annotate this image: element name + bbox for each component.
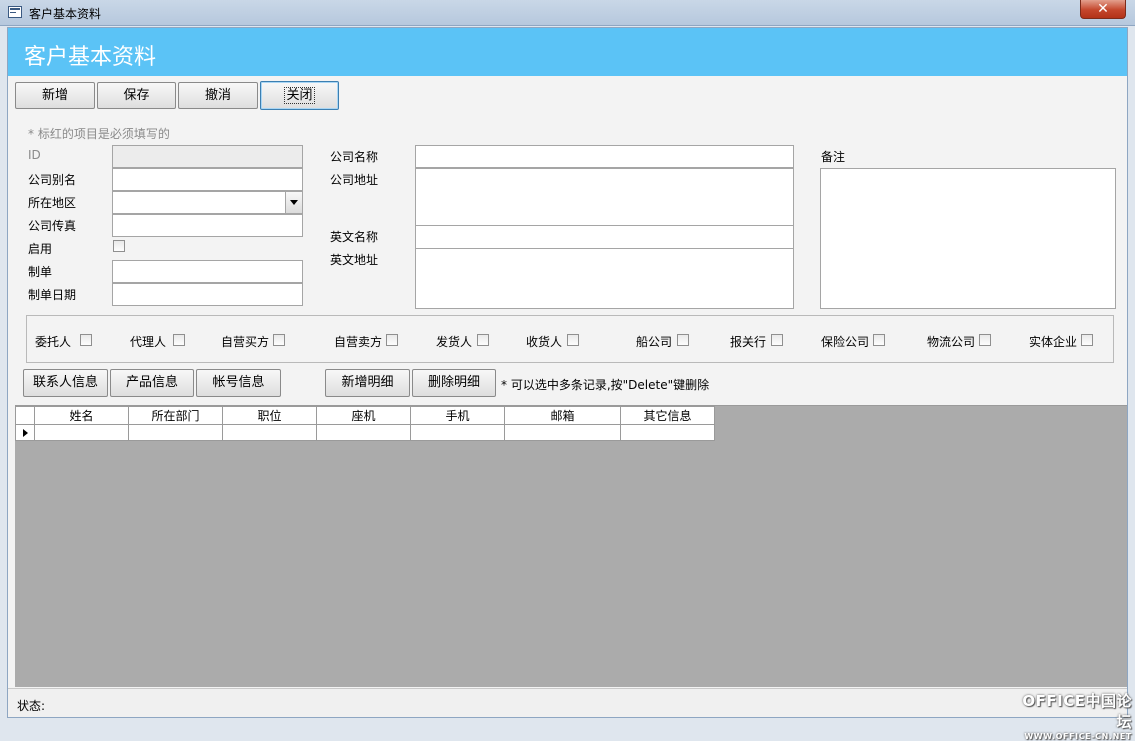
table-cell[interactable] <box>34 424 129 441</box>
form-window-icon <box>8 6 22 18</box>
role-checkbox-insurance[interactable] <box>873 334 885 346</box>
close-button[interactable]: 关闭 <box>260 81 339 110</box>
company-address-label: 公司地址 <box>330 173 379 187</box>
delete-detail-button[interactable]: 删除明细 <box>412 369 496 397</box>
english-name-label: 英文名称 <box>330 230 379 244</box>
make-date-label: 制单日期 <box>28 288 77 302</box>
tab-contacts[interactable]: 联系人信息 <box>23 369 108 397</box>
fax-label: 公司传真 <box>28 219 77 233</box>
current-record-icon <box>22 428 28 437</box>
grid-column-header[interactable]: 邮箱 <box>504 406 621 425</box>
chevron-down-icon[interactable] <box>285 192 302 213</box>
undo-button-label: 撤消 <box>204 88 231 103</box>
role-checkbox-seller[interactable] <box>386 334 398 346</box>
delete-detail-button-label: 删除明细 <box>427 375 480 390</box>
form-header-title: 客户基本资料 <box>24 45 157 70</box>
grid-column-header[interactable]: 职位 <box>222 406 317 425</box>
role-checkbox-client[interactable] <box>80 334 92 346</box>
table-cell[interactable] <box>222 424 317 441</box>
tab-accounts-label: 帐号信息 <box>212 375 265 390</box>
role-label-shipping-company: 船公司 <box>636 335 673 349</box>
role-checkbox-shipper[interactable] <box>477 334 489 346</box>
contacts-grid[interactable]: 姓名 所在部门 职位 座机 手机 邮箱 其它信息 <box>15 406 715 441</box>
undo-button[interactable]: 撤消 <box>178 82 258 109</box>
new-button[interactable]: 新增 <box>15 82 95 109</box>
role-checkbox-consignee[interactable] <box>567 334 579 346</box>
role-checkbox-agent[interactable] <box>173 334 185 346</box>
window-title: 客户基本资料 <box>29 7 102 21</box>
role-checkbox-shipping-company[interactable] <box>677 334 689 346</box>
enabled-checkbox[interactable] <box>113 240 125 252</box>
grid-column-header[interactable]: 姓名 <box>34 406 129 425</box>
table-cell[interactable] <box>410 424 505 441</box>
english-name-field[interactable] <box>415 225 794 249</box>
role-label-client: 委托人 <box>35 335 72 349</box>
table-cell[interactable] <box>620 424 715 441</box>
role-label-agent: 代理人 <box>130 335 167 349</box>
tab-products[interactable]: 产品信息 <box>110 369 194 397</box>
role-label-insurance: 保险公司 <box>821 335 870 349</box>
alias-field[interactable] <box>112 168 303 191</box>
window-titlebar[interactable]: 客户基本资料 ✕ <box>0 0 1135 26</box>
enabled-label: 启用 <box>28 242 53 256</box>
grid-column-header[interactable]: 其它信息 <box>620 406 715 425</box>
watermark-line2: WWW.OFFICE-CN.NET <box>1024 732 1132 741</box>
english-address-label: 英文地址 <box>330 253 379 267</box>
tab-products-label: 产品信息 <box>125 375 178 390</box>
grid-column-header[interactable]: 座机 <box>316 406 411 425</box>
english-address-field[interactable] <box>415 248 794 309</box>
table-cell[interactable] <box>504 424 621 441</box>
remarks-label: 备注 <box>821 150 846 164</box>
role-label-seller: 自营卖方 <box>334 335 383 349</box>
table-cell[interactable] <box>316 424 411 441</box>
window-close-button[interactable]: ✕ <box>1080 0 1126 19</box>
table-cell[interactable] <box>128 424 223 441</box>
company-name-field[interactable] <box>415 145 794 168</box>
fax-field[interactable] <box>112 214 303 237</box>
required-note: * 标红的项目是必须填写的 <box>28 127 170 141</box>
close-button-label: 关闭 <box>284 87 315 104</box>
grid-header-row: 姓名 所在部门 职位 座机 手机 邮箱 其它信息 <box>15 406 715 425</box>
delete-hint: * 可以选中多条记录,按"Delete"键删除 <box>501 378 710 392</box>
role-checkbox-buyer[interactable] <box>273 334 285 346</box>
region-combobox[interactable] <box>112 191 303 214</box>
status-label: 状态: <box>17 699 46 713</box>
maker-field[interactable] <box>112 260 303 283</box>
role-label-consignee: 收货人 <box>526 335 563 349</box>
company-address-field[interactable] <box>415 168 794 226</box>
id-label: ID <box>28 148 41 162</box>
contacts-datasheet[interactable]: 姓名 所在部门 职位 座机 手机 邮箱 其它信息 <box>15 405 1127 687</box>
role-label-buyer: 自营买方 <box>221 335 270 349</box>
new-button-label: 新增 <box>41 88 68 103</box>
grid-corner-selector[interactable] <box>15 406 35 425</box>
id-field <box>112 145 303 168</box>
role-label-customs-broker: 报关行 <box>730 335 767 349</box>
region-label: 所在地区 <box>28 196 77 210</box>
status-bar: 状态: <box>8 688 1127 717</box>
role-checkbox-customs-broker[interactable] <box>771 334 783 346</box>
add-detail-button[interactable]: 新增明细 <box>325 369 410 397</box>
company-name-label: 公司名称 <box>330 150 379 164</box>
tab-contacts-label: 联系人信息 <box>32 375 98 390</box>
role-checkbox-logistics[interactable] <box>979 334 991 346</box>
role-label-entity: 实体企业 <box>1029 335 1078 349</box>
tab-accounts[interactable]: 帐号信息 <box>196 369 281 397</box>
save-button[interactable]: 保存 <box>97 82 176 109</box>
save-button-label: 保存 <box>123 88 150 103</box>
alias-label: 公司别名 <box>28 173 77 187</box>
make-date-field[interactable] <box>112 283 303 306</box>
grid-column-header[interactable]: 所在部门 <box>128 406 223 425</box>
add-detail-button-label: 新增明细 <box>341 375 394 390</box>
watermark-logo: OFFICE中国论坛 WWW.OFFICE-CN.NET <box>1014 690 1132 741</box>
table-row[interactable] <box>15 424 715 441</box>
role-label-shipper: 发货人 <box>436 335 473 349</box>
role-label-logistics: 物流公司 <box>927 335 976 349</box>
form-header: 客户基本资料 <box>8 28 1127 76</box>
record-selector[interactable] <box>15 424 35 441</box>
watermark-line1: OFFICE中国论坛 <box>1022 692 1132 731</box>
grid-column-header[interactable]: 手机 <box>410 406 505 425</box>
role-checkbox-entity[interactable] <box>1081 334 1093 346</box>
maker-label: 制单 <box>28 265 53 279</box>
remarks-field[interactable] <box>820 168 1116 309</box>
